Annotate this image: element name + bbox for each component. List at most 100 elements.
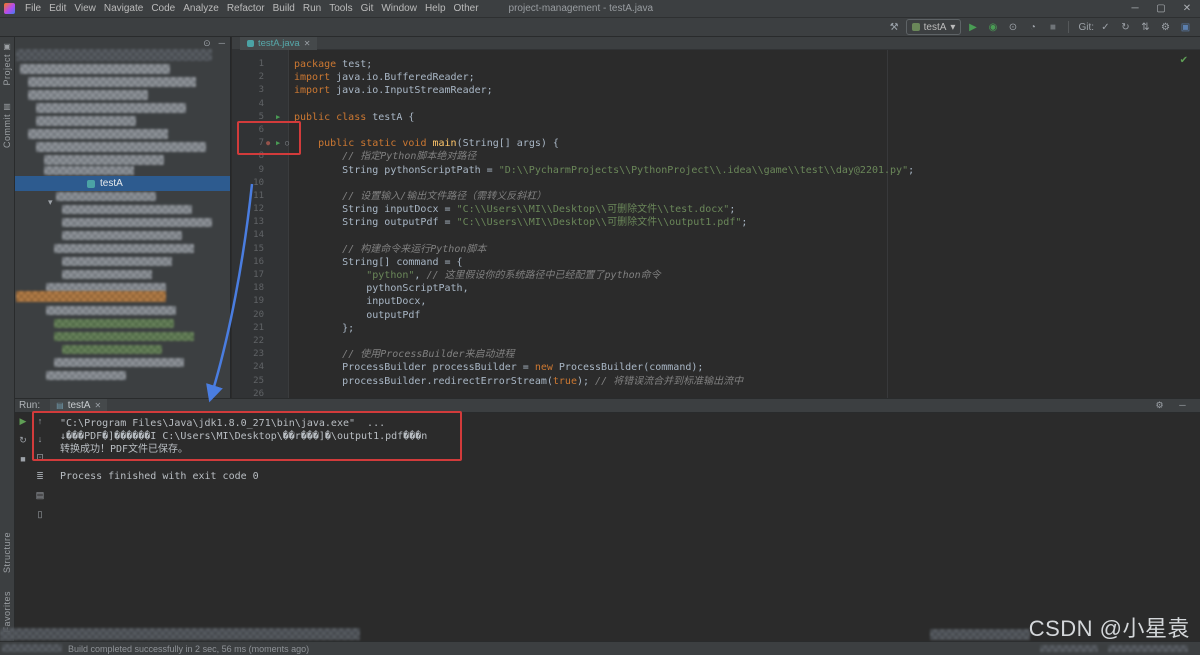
run-configuration-select[interactable]: testA ▾ xyxy=(906,19,962,35)
close-icon[interactable]: ✕ xyxy=(94,401,101,410)
code-line: 16 String[] command = { xyxy=(232,256,1200,269)
code-line: 9 String pythonScriptPath = "D:\\Pycharm… xyxy=(232,164,1200,177)
close-icon[interactable]: ✕ xyxy=(1174,3,1200,14)
settings-icon[interactable]: ⚙ xyxy=(1159,22,1172,33)
code-line: 14 xyxy=(232,229,1200,242)
menu-tools[interactable]: Tools xyxy=(325,3,356,14)
code-text: outputPdf xyxy=(294,310,420,321)
line-number: 11 xyxy=(232,190,264,203)
git-update-icon[interactable]: ↻ xyxy=(1119,22,1132,33)
rerun-icon[interactable]: ▶ xyxy=(18,416,29,427)
run-line-icon[interactable]: ▶ xyxy=(276,112,280,123)
run-panel-title: Run: xyxy=(19,400,40,411)
line-number: 8 xyxy=(232,150,264,163)
menu-file[interactable]: File xyxy=(21,3,45,14)
toolbar-separator xyxy=(1068,21,1069,33)
console-toolbar: ↑ ↓ ⊡ ≣ ▤ ▯ xyxy=(32,416,48,520)
debug-icon[interactable]: ◉ xyxy=(986,22,999,33)
scroll-to-end-icon[interactable]: ≣ xyxy=(35,471,46,482)
restart-icon[interactable]: ↻ xyxy=(18,435,29,446)
stop-icon[interactable]: ■ xyxy=(18,454,29,464)
print-icon[interactable]: ▤ xyxy=(35,490,46,501)
redacted-block xyxy=(62,270,152,279)
toolwindow-commit[interactable]: ▥Commit xyxy=(2,102,12,148)
menu-window[interactable]: Window xyxy=(377,3,421,14)
code-line: 22 xyxy=(232,335,1200,348)
menu-analyze[interactable]: Analyze xyxy=(179,3,223,14)
code-text: processBuilder.redirectErrorStream(true)… xyxy=(294,376,743,387)
hide-panel-icon[interactable]: ─ xyxy=(1177,400,1188,411)
menu-code[interactable]: Code xyxy=(147,3,179,14)
code-line: 13 String outputPdf = "C:\\Users\\MI\\De… xyxy=(232,216,1200,229)
code-lines: 1package test;2import java.io.BufferedRe… xyxy=(232,58,1200,398)
console-line: Process finished with exit code 0 xyxy=(60,470,427,483)
hide-panel-icon[interactable]: ─ xyxy=(219,38,225,49)
soft-wrap-icon[interactable]: ⊡ xyxy=(35,452,46,463)
console-output[interactable]: "C:\Program Files\Java\jdk1.8.0_271\bin\… xyxy=(60,417,427,483)
git-push-pull-icon[interactable]: ⇅ xyxy=(1139,22,1152,33)
toolwindow-structure[interactable]: Structure xyxy=(2,532,12,573)
console-line: ↓���PDF�]������I C:\Users\MI\Desktop\��r… xyxy=(60,430,427,443)
redacted-block xyxy=(0,628,360,640)
code-text: // 指定Python脚本绝对路径 xyxy=(294,151,476,162)
panel-options-icon[interactable]: ⊙ xyxy=(203,38,211,49)
redacted-block xyxy=(28,90,148,100)
line-number: 24 xyxy=(232,361,264,374)
notifications-icon[interactable]: ▣ xyxy=(1179,22,1192,33)
down-stack-trace-icon[interactable]: ↓ xyxy=(35,434,46,444)
menu-other[interactable]: Other xyxy=(450,3,483,14)
coverage-icon[interactable]: ⊙ xyxy=(1006,22,1019,33)
code-line: 25 processBuilder.redirectErrorStream(tr… xyxy=(232,375,1200,388)
build-hammer-icon[interactable]: ⚒ xyxy=(888,22,901,33)
breakpoint-icon[interactable]: ● xyxy=(266,138,270,149)
run-tab[interactable]: ▤ testA ✕ xyxy=(50,399,107,412)
maximize-icon[interactable]: ▢ xyxy=(1148,3,1174,14)
menu-view[interactable]: View xyxy=(70,3,100,14)
redacted-block xyxy=(16,49,212,61)
minimize-icon[interactable]: ─ xyxy=(1122,3,1148,14)
code-line: 5▶public class testA { xyxy=(232,111,1200,124)
chevron-down-icon[interactable]: ▾ xyxy=(48,197,53,208)
toolwindow-favorites[interactable]: Favorites xyxy=(2,591,12,633)
menu-refactor[interactable]: Refactor xyxy=(223,3,269,14)
toolwindow-label: Favorites xyxy=(2,591,12,633)
close-icon[interactable]: ✕ xyxy=(304,39,311,48)
menu-git[interactable]: Git xyxy=(357,3,378,14)
git-commit-icon[interactable]: ✓ xyxy=(1099,22,1112,33)
tab-testa-java[interactable]: testA.java ✕ xyxy=(240,37,317,50)
redacted-block xyxy=(44,155,164,165)
line-number: 1 xyxy=(232,58,264,71)
stop-icon[interactable]: ■ xyxy=(1046,22,1059,33)
code-text: String outputPdf = "C:\\Users\\MI\\Deskt… xyxy=(294,217,747,228)
code-viewport[interactable]: 1package test;2import java.io.BufferedRe… xyxy=(232,50,1200,398)
clear-all-icon[interactable]: ▯ xyxy=(35,509,46,520)
run-icon[interactable]: ▶ xyxy=(966,22,979,33)
menu-build[interactable]: Build xyxy=(269,3,299,14)
redacted-block xyxy=(1040,645,1098,652)
line-number: 4 xyxy=(232,98,264,111)
code-line: 21 }; xyxy=(232,322,1200,335)
menu-navigate[interactable]: Navigate xyxy=(100,3,147,14)
line-number: 22 xyxy=(232,335,264,348)
run-line-icon[interactable]: ▶ xyxy=(276,138,280,149)
project-tree-selected-item[interactable]: testA xyxy=(15,176,231,191)
menu-edit[interactable]: Edit xyxy=(45,3,70,14)
inspections-ok-icon[interactable]: ✔ xyxy=(1180,55,1188,66)
window-controls: ─ ▢ ✕ xyxy=(1122,3,1200,14)
line-number: 25 xyxy=(232,375,264,388)
run-toolbar: ▶ ↻ ■ xyxy=(15,416,31,464)
commit-icon: ▥ xyxy=(3,102,11,111)
menu-help[interactable]: Help xyxy=(421,3,450,14)
code-line: 11 // 设置输入/输出文件路径（需转义反斜杠） xyxy=(232,190,1200,203)
run-config-circle-icon[interactable]: ○ xyxy=(285,138,289,149)
up-stack-trace-icon[interactable]: ↑ xyxy=(35,416,46,426)
code-text: String inputDocx = "C:\\Users\\MI\\Deskt… xyxy=(294,204,735,215)
redacted-block xyxy=(28,77,196,87)
profiler-icon[interactable]: ◔ xyxy=(1026,22,1039,33)
menu-run[interactable]: Run xyxy=(299,3,325,14)
console-settings-icon[interactable]: ⚙ xyxy=(1154,400,1165,411)
redacted-block xyxy=(46,371,126,380)
toolwindow-label: Structure xyxy=(2,532,12,573)
toolwindow-project[interactable]: ▣Project xyxy=(2,42,12,86)
left-tool-strip: ▣Project ▥Commit Structure Favorites xyxy=(0,37,15,641)
